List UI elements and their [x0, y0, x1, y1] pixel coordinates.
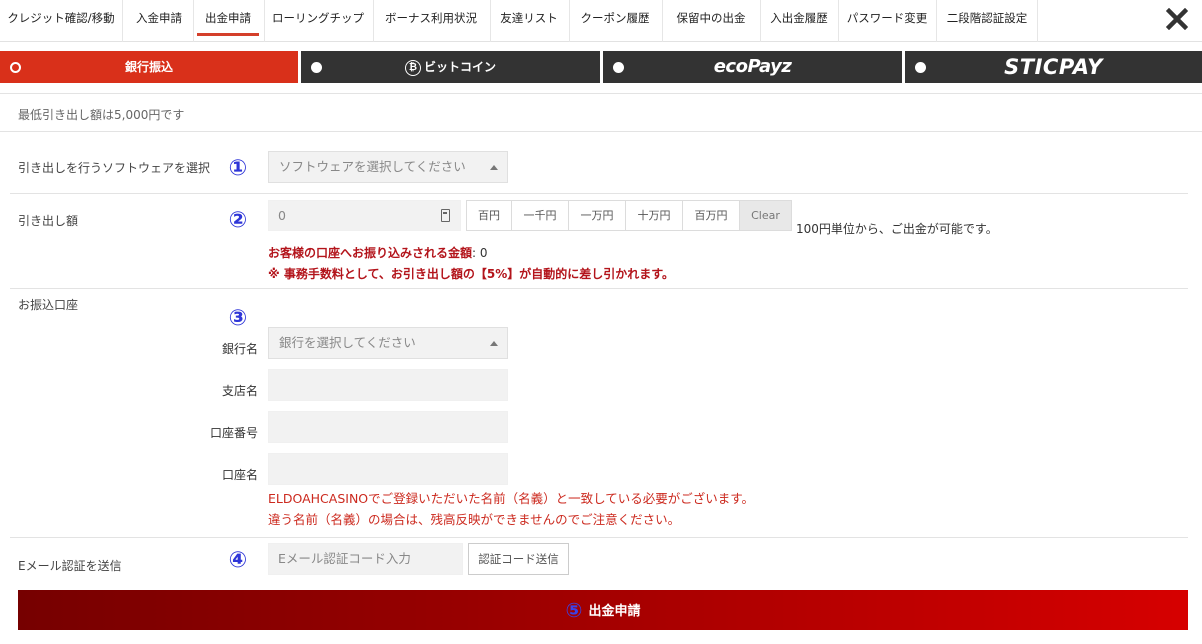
submit-label: 出金申請	[588, 604, 641, 619]
branch-name-label: 支店名	[222, 384, 259, 398]
tab-password-change[interactable]: パスワード変更	[842, 0, 932, 36]
calculator-icon	[441, 209, 450, 222]
close-x-icon[interactable]	[1166, 8, 1188, 30]
name-match-note: ELDOAHCASINOでご登録いただいた名前（名義）と一致している必要がござい…	[268, 491, 755, 506]
bank-placeholder: 銀行を選択してください	[279, 335, 416, 350]
email-verification-label: Eメール認証を送信	[18, 559, 122, 573]
tab-rolling-chip[interactable]: ローリングチップ	[268, 0, 368, 36]
software-placeholder: ソフトウェアを選択してください	[279, 159, 466, 174]
account-number-input[interactable]	[268, 411, 508, 443]
receive-amount-label: お客様の口座へお振り込みされる金額	[268, 246, 473, 260]
amount-value: 0	[278, 208, 286, 223]
payment-method-bar: 銀行振込 ₿ ビットコイン ecoPayz STICPAY	[0, 51, 1202, 83]
add-100000-yen-button[interactable]: 十万円	[625, 200, 683, 231]
tab-friend-list[interactable]: 友達リスト	[494, 0, 564, 36]
top-nav: クレジット確認/移動 入金申請 出金申請 ローリングチップ ボーナス利用状況 友…	[0, 0, 1202, 42]
software-select[interactable]: ソフトウェアを選択してください	[268, 151, 508, 183]
branch-name-input[interactable]	[268, 369, 508, 401]
divider	[0, 93, 1202, 94]
clear-amount-button[interactable]: Clear	[739, 200, 792, 231]
sticpay-logo: STICPAY	[1004, 55, 1103, 79]
step-5-marker: ⑤	[565, 598, 583, 622]
method-sticpay[interactable]: STICPAY	[905, 51, 1202, 83]
minimum-withdrawal-note: 最低引き出し額は5,000円です	[18, 108, 185, 122]
receive-amount-value: : 0	[472, 246, 488, 260]
add-1000000-yen-button[interactable]: 百万円	[682, 200, 740, 231]
step-1-marker: ①	[228, 156, 248, 181]
send-verification-code-button[interactable]: 認証コード送信	[468, 543, 569, 575]
receive-amount-line: お客様の口座へお振り込みされる金額: 0	[268, 244, 488, 261]
step-4-marker: ④	[228, 548, 248, 573]
add-100-yen-button[interactable]: 百円	[466, 200, 512, 231]
tab-coupon-history[interactable]: クーポン履歴	[573, 0, 657, 36]
caret-up-icon	[490, 341, 498, 346]
ecopayz-logo: ecoPayz	[713, 56, 792, 77]
amount-label: 引き出し額	[18, 214, 79, 228]
software-label: 引き出しを行うソフトウェアを選択	[18, 161, 211, 175]
tab-withdrawal-request[interactable]: 出金申請	[197, 0, 259, 36]
email-code-input[interactable]: Eメール認証コード入力	[268, 543, 463, 575]
amount-input[interactable]: 0	[268, 200, 461, 231]
name-mismatch-warning: 違う名前（名義）の場合は、残高反映ができませんのでご注意ください。	[268, 512, 681, 527]
bank-select[interactable]: 銀行を選択してください	[268, 327, 508, 359]
tab-deposit-request[interactable]: 入金申請	[129, 0, 189, 36]
step-3-marker: ③	[228, 306, 248, 331]
method-bank-transfer[interactable]: 銀行振込	[0, 51, 298, 83]
method-ecopayz[interactable]: ecoPayz	[603, 51, 902, 83]
tab-pending-withdrawal[interactable]: 保留中の出金	[666, 0, 756, 36]
bitcoin-icon: ₿	[404, 59, 421, 76]
add-1000-yen-button[interactable]: 一千円	[511, 200, 569, 231]
bank-name-label: 銀行名	[222, 342, 259, 356]
divider	[0, 131, 1202, 132]
unit-note: 100円単位から、ご出金が可能です。	[796, 222, 998, 236]
account-number-label: 口座番号	[210, 426, 259, 440]
fee-note: ※ 事務手数料として、お引き出し額の【5%】が自動的に差し引かれます。	[268, 267, 675, 281]
tab-transaction-history[interactable]: 入出金履歴	[764, 0, 834, 36]
tab-credit-transfer[interactable]: クレジット確認/移動	[0, 0, 122, 36]
method-label: ビットコイン	[423, 60, 496, 74]
caret-up-icon	[490, 165, 498, 170]
divider	[10, 193, 1188, 194]
add-10000-yen-button[interactable]: 一万円	[568, 200, 626, 231]
tab-bonus-status[interactable]: ボーナス利用状況	[377, 0, 485, 36]
email-code-placeholder: Eメール認証コード入力	[278, 551, 411, 566]
divider	[10, 537, 1188, 538]
bank-account-label: お振込口座	[18, 298, 79, 312]
step-2-marker: ②	[228, 208, 248, 233]
account-name-input[interactable]	[268, 453, 508, 485]
withdrawal-submit-button[interactable]: ⑤ 出金申請	[18, 590, 1188, 630]
method-bitcoin[interactable]: ₿ ビットコイン	[301, 51, 600, 83]
tab-two-factor-settings[interactable]: 二段階認証設定	[940, 0, 1034, 36]
divider	[10, 288, 1188, 289]
account-name-label: 口座名	[222, 468, 259, 482]
method-label: 銀行振込	[124, 60, 173, 74]
